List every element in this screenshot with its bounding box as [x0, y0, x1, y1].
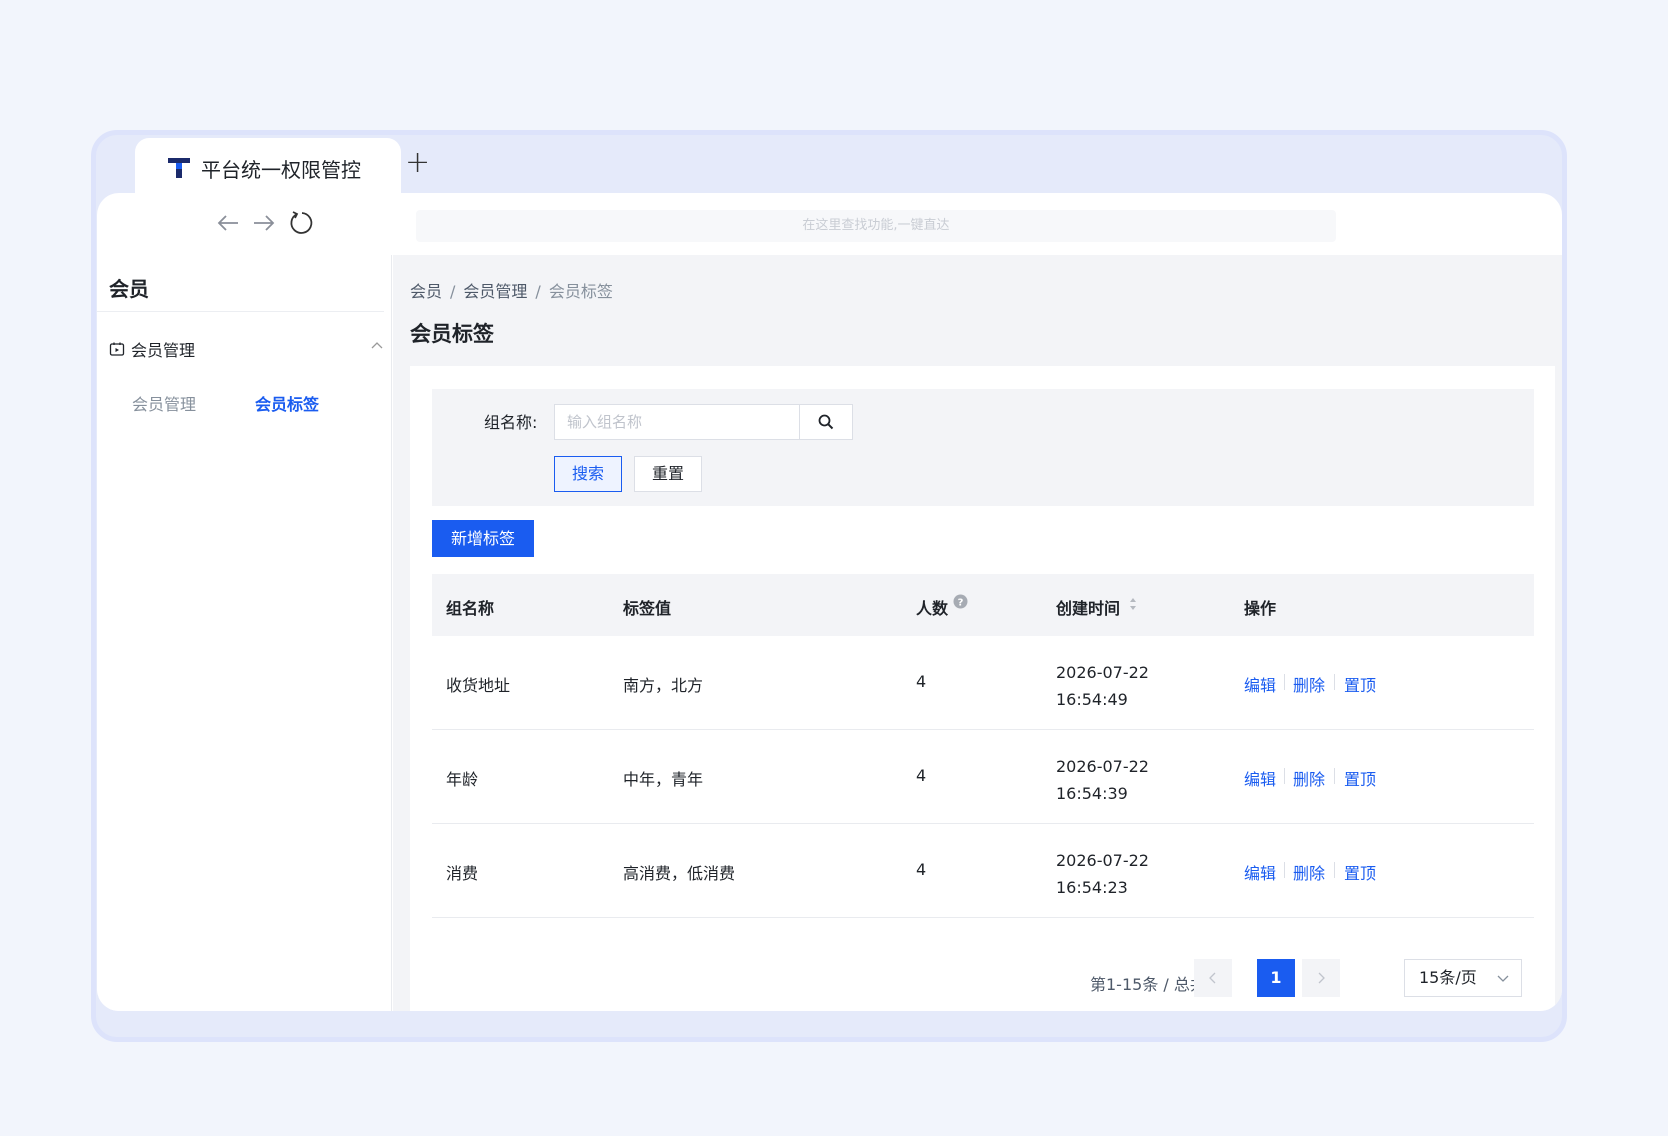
edit-link[interactable]: 编辑	[1244, 672, 1276, 696]
pin-link[interactable]: 置顶	[1344, 860, 1376, 884]
cell-name: 消费	[446, 864, 479, 883]
table-row: 年龄 中年，青年 4 2026-07-22 16:54:39 编辑 删除 置顶	[432, 730, 1534, 824]
forward-arrow-icon[interactable]	[250, 209, 278, 237]
sidebar-item-member-tags[interactable]: 会员标签	[255, 391, 319, 415]
sidebar: 会员 会员管理 会员管理 会员标签	[97, 255, 392, 1011]
delete-link[interactable]: 删除	[1293, 766, 1325, 790]
search-icon	[818, 414, 834, 430]
breadcrumb-item[interactable]: 会员管理	[463, 282, 527, 301]
prev-page-button[interactable]	[1194, 959, 1232, 997]
page-size-select[interactable]: 15条/页	[1404, 959, 1522, 997]
pin-link[interactable]: 置顶	[1344, 672, 1376, 696]
delete-link[interactable]: 删除	[1293, 860, 1325, 884]
cell-count: 4	[916, 860, 927, 879]
group-name-label: 组名称:	[484, 413, 538, 432]
table-row: 消费 高消费，低消费 4 2026-07-22 16:54:23 编辑 删除 置…	[432, 824, 1534, 918]
cell-name: 年龄	[446, 770, 479, 789]
action-divider	[1284, 768, 1285, 784]
cell-count: 4	[916, 672, 927, 691]
action-divider	[1334, 768, 1335, 784]
page-button-current[interactable]: 1	[1257, 959, 1295, 997]
sidebar-group-member-management[interactable]: 会员管理	[109, 337, 384, 363]
page-size-value: 15条/页	[1419, 968, 1477, 987]
col-header-name: 组名称	[446, 599, 495, 618]
main-content: 会员 / 会员管理 / 会员标签 会员标签 组名称: 输入组名称 搜索 重置 新增标签	[393, 255, 1562, 1011]
toolbar: 在这里查找功能,一键直达	[97, 193, 1562, 255]
cell-values: 高消费，低消费	[623, 864, 736, 883]
content-card: 组名称: 输入组名称 搜索 重置 新增标签 组名称 标签值 人数 ? 创建时间 …	[410, 366, 1555, 1011]
breadcrumb-current: 会员标签	[548, 282, 613, 301]
cell-created: 2026-07-22 16:54:23	[1056, 847, 1149, 901]
help-icon[interactable]: ?	[953, 594, 968, 609]
tab-title: 平台统一权限管控	[201, 158, 361, 182]
omnibox-search[interactable]: 在这里查找功能,一键直达	[416, 210, 1336, 242]
sidebar-divider	[97, 311, 384, 312]
chevron-up-icon[interactable]	[370, 339, 384, 353]
delete-link[interactable]: 删除	[1293, 672, 1325, 696]
tags-table: 组名称 标签值 人数 ? 创建时间 操作 收货地址 南方，北方 4 2026-0…	[432, 574, 1534, 918]
back-arrow-icon[interactable]	[214, 209, 242, 237]
calendar-icon	[109, 342, 125, 356]
sidebar-group-label: 会员管理	[131, 341, 196, 360]
action-divider	[1334, 862, 1335, 878]
cell-date: 2026-07-22	[1056, 851, 1149, 870]
pin-link[interactable]: 置顶	[1344, 766, 1376, 790]
chevron-right-icon	[1318, 972, 1325, 984]
input-search-button[interactable]	[799, 404, 853, 440]
chevron-down-icon	[1497, 975, 1509, 982]
cell-count: 4	[916, 766, 927, 785]
col-header-count: 人数	[916, 599, 949, 618]
col-header-actions: 操作	[1244, 599, 1277, 618]
next-page-button[interactable]	[1302, 959, 1340, 997]
action-divider	[1334, 674, 1335, 690]
sort-icon[interactable]	[1128, 596, 1138, 612]
reset-button[interactable]: 重置	[634, 456, 702, 492]
breadcrumb-separator: /	[535, 282, 541, 301]
add-tag-button[interactable]: 新增标签	[432, 520, 534, 557]
breadcrumb: 会员 / 会员管理 / 会员标签	[410, 278, 613, 302]
browser-tab[interactable]: 平台统一权限管控	[135, 138, 401, 196]
reload-icon[interactable]	[288, 209, 316, 237]
filter-panel: 组名称: 输入组名称 搜索 重置	[432, 389, 1534, 506]
app-logo-icon	[168, 158, 190, 178]
action-divider	[1284, 674, 1285, 690]
col-header-created[interactable]: 创建时间	[1056, 595, 1120, 619]
chevron-left-icon	[1209, 972, 1216, 984]
cell-time: 16:54:39	[1056, 784, 1128, 803]
breadcrumb-item[interactable]: 会员	[410, 282, 442, 301]
sidebar-title: 会员	[109, 277, 149, 301]
browser-window: 在这里查找功能,一键直达 会员 会员管理 会员管理 会员标签 会员 / 会员管理 / 会…	[97, 193, 1562, 1011]
page-title: 会员标签	[410, 322, 494, 346]
cell-values: 南方，北方	[623, 676, 704, 695]
cell-date: 2026-07-22	[1056, 757, 1149, 776]
sidebar-item-member-management[interactable]: 会员管理	[132, 391, 196, 415]
edit-link[interactable]: 编辑	[1244, 766, 1276, 790]
new-tab-button[interactable]: +	[405, 148, 430, 178]
table-header: 组名称 标签值 人数 ? 创建时间 操作	[432, 574, 1534, 636]
cell-date: 2026-07-22	[1056, 663, 1149, 682]
edit-link[interactable]: 编辑	[1244, 860, 1276, 884]
action-divider	[1284, 862, 1285, 878]
cell-time: 16:54:23	[1056, 878, 1128, 897]
cell-created: 2026-07-22 16:54:39	[1056, 753, 1149, 807]
group-name-input[interactable]: 输入组名称	[554, 404, 800, 440]
col-header-values: 标签值	[623, 599, 672, 618]
svg-text:?: ?	[958, 598, 964, 609]
cell-name: 收货地址	[446, 676, 511, 695]
cell-created: 2026-07-22 16:54:49	[1056, 659, 1149, 713]
cell-time: 16:54:49	[1056, 690, 1128, 709]
breadcrumb-separator: /	[450, 282, 456, 301]
cell-values: 中年，青年	[623, 770, 704, 789]
table-row: 收货地址 南方，北方 4 2026-07-22 16:54:49 编辑 删除 置…	[432, 636, 1534, 730]
search-button[interactable]: 搜索	[554, 456, 622, 492]
